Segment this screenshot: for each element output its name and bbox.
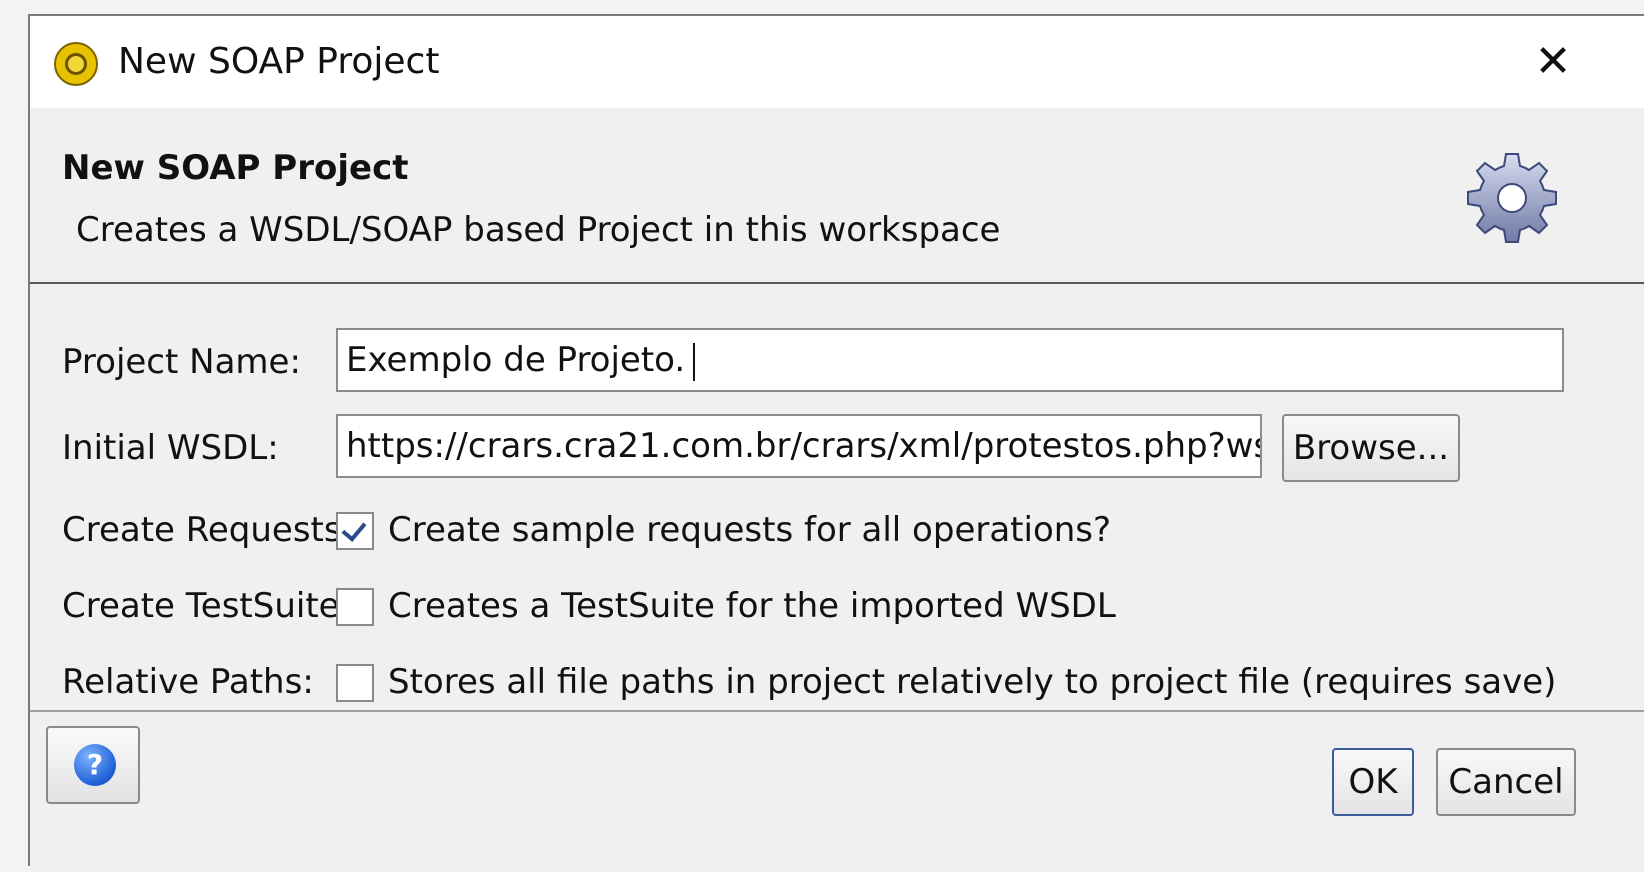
create-testsuite-label: Create TestSuite: (62, 586, 352, 626)
create-requests-text: Create sample requests for all operation… (388, 510, 1112, 550)
project-name-label: Project Name: (62, 342, 301, 382)
dialog-header: New SOAP Project Creates a WSDL/SOAP bas… (30, 108, 1644, 284)
create-testsuite-text: Creates a TestSuite for the imported WSD… (388, 586, 1116, 626)
form-area: Project Name: Exemplo de Projeto. Initia… (30, 284, 1644, 710)
title-bar[interactable]: New SOAP Project ✕ (30, 16, 1644, 108)
create-requests-checkbox[interactable] (336, 512, 374, 550)
text-caret (693, 342, 696, 381)
project-name-value: Exemplo de Projeto. (346, 340, 686, 380)
gear-icon (1467, 153, 1557, 243)
help-icon: ? (74, 744, 116, 786)
browse-button[interactable]: Browse... (1282, 414, 1460, 482)
project-name-input[interactable]: Exemplo de Projeto. (336, 328, 1564, 392)
create-testsuite-checkbox[interactable] (336, 588, 374, 626)
create-requests-label: Create Requests: (62, 510, 354, 550)
cancel-button[interactable]: Cancel (1436, 748, 1576, 816)
help-button[interactable]: ? (46, 726, 140, 804)
initial-wsdl-input[interactable]: https://crars.cra21.com.br/crars/xml/pro… (336, 414, 1262, 478)
close-button[interactable]: ✕ (1525, 34, 1581, 90)
relative-paths-label: Relative Paths: (62, 662, 314, 702)
initial-wsdl-label: Initial WSDL: (62, 428, 279, 468)
relative-paths-checkbox[interactable] (336, 664, 374, 702)
header-description: Creates a WSDL/SOAP based Project in thi… (76, 210, 1001, 250)
window-title: New SOAP Project (118, 41, 440, 82)
new-soap-project-dialog: New SOAP Project ✕ New SOAP Project Crea… (28, 14, 1644, 872)
soapui-logo-inner (65, 53, 87, 75)
header-title: New SOAP Project (62, 148, 409, 188)
ok-button[interactable]: OK (1332, 748, 1414, 816)
relative-paths-text: Stores all file paths in project relativ… (388, 662, 1557, 702)
dialog-footer: ? OK Cancel (30, 710, 1644, 872)
soapui-logo-icon (54, 42, 98, 86)
